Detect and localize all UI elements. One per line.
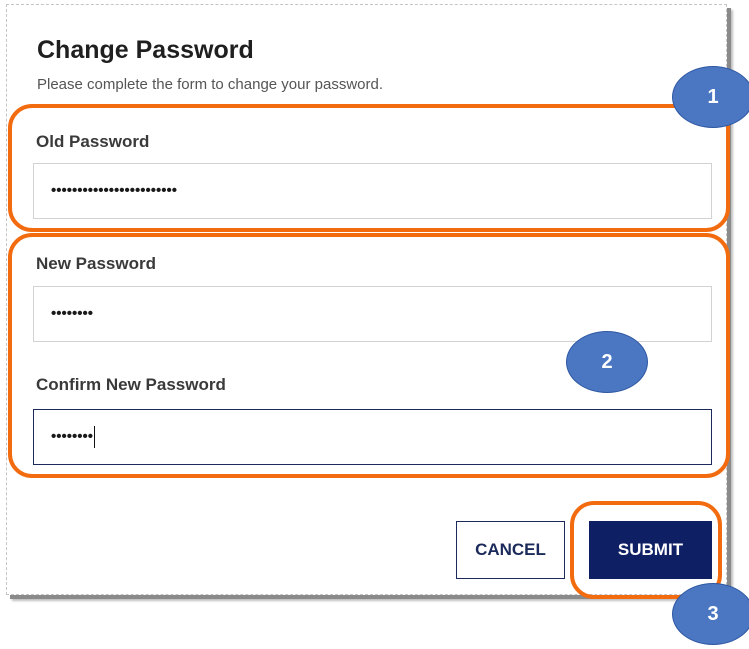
new-password-label: New Password bbox=[36, 254, 156, 273]
annotation-badge-1: 1 bbox=[672, 66, 749, 128]
annotation-badge-2: 2 bbox=[566, 331, 648, 393]
annotation-badge-3: 3 bbox=[672, 583, 749, 645]
old-password-masked-value: •••••••••••••••••••••••• bbox=[51, 182, 178, 199]
new-password-masked-value: •••••••• bbox=[51, 305, 94, 322]
screenshot-stage: Change Password Please complete the form… bbox=[0, 0, 749, 649]
old-password-label: Old Password bbox=[36, 132, 150, 151]
confirm-password-label: Confirm New Password bbox=[36, 375, 226, 394]
dialog-title: Change Password bbox=[37, 36, 254, 64]
cancel-button[interactable]: CANCEL bbox=[456, 521, 565, 579]
dialog-subtitle: Please complete the form to change your … bbox=[37, 76, 384, 93]
text-caret bbox=[94, 426, 96, 448]
confirm-password-masked-value: •••••••• bbox=[51, 426, 96, 448]
confirm-password-dots: •••••••• bbox=[51, 427, 94, 445]
old-password-field[interactable]: •••••••••••••••••••••••• bbox=[33, 163, 712, 219]
confirm-password-field[interactable]: •••••••• bbox=[33, 409, 712, 465]
submit-button[interactable]: SUBMIT bbox=[589, 521, 712, 579]
